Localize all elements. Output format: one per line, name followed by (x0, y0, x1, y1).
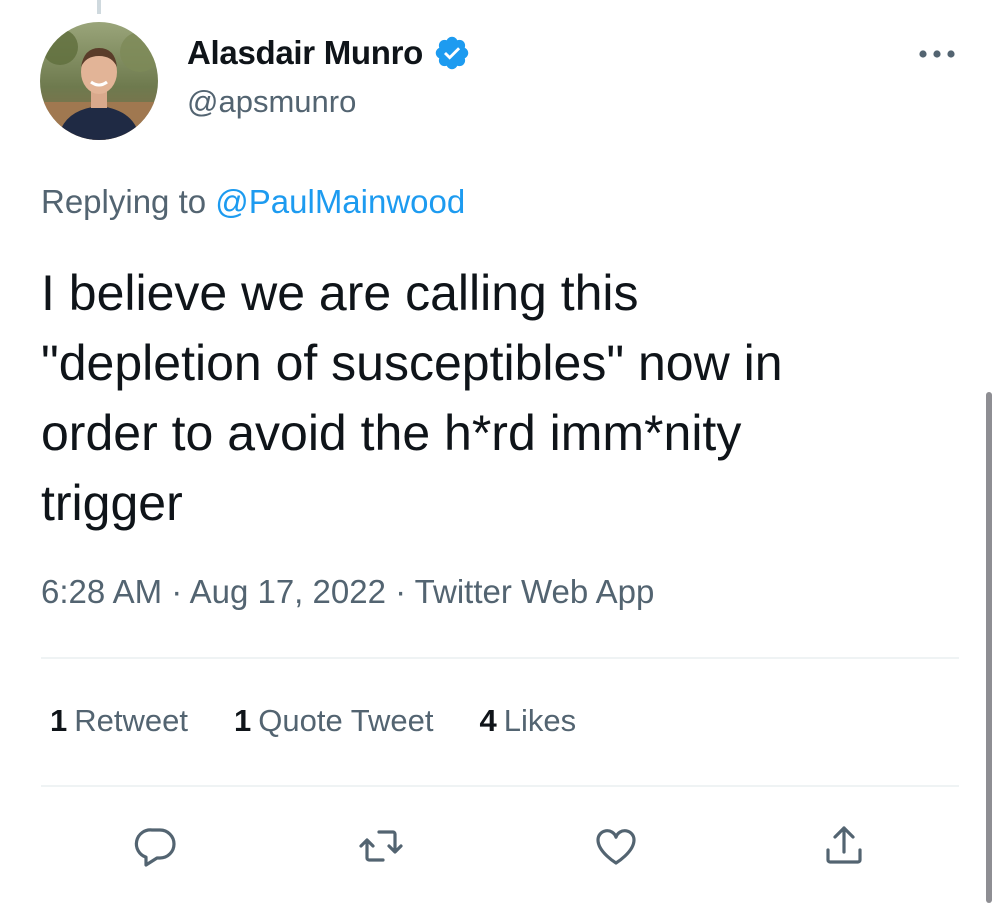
share-icon[interactable] (820, 822, 868, 870)
author-name-row: Alasdair Munro (187, 34, 471, 72)
likes-label: Likes (503, 703, 577, 738)
tweet-stats: 1 Retweet 1 Quote Tweet 4 Likes (50, 703, 622, 739)
retweet-label: Retweet (74, 703, 188, 738)
replying-to-label: Replying to (41, 183, 216, 220)
thread-connector-line (97, 0, 101, 14)
retweet-icon[interactable] (357, 822, 405, 870)
likes-count: 4 (479, 703, 497, 738)
quote-tweet-label: Quote Tweet (258, 703, 434, 738)
retweet-count-link[interactable]: 1 Retweet (50, 703, 188, 739)
avatar[interactable] (40, 22, 158, 140)
reply-icon[interactable] (132, 822, 180, 870)
author-display-name[interactable]: Alasdair Munro (187, 34, 423, 72)
like-icon[interactable] (592, 822, 640, 870)
replying-to-mention-link[interactable]: @PaulMainwood (215, 183, 465, 220)
tweet-timestamp-source[interactable]: 6:28 AM · Aug 17, 2022 · Twitter Web App (41, 573, 654, 611)
verified-badge-icon (433, 34, 471, 72)
scrollbar[interactable] (986, 392, 992, 903)
quote-tweet-count-link[interactable]: 1 Quote Tweet (234, 703, 433, 739)
divider (41, 785, 959, 787)
tweet-text: I believe we are calling this "depletion… (41, 265, 783, 531)
retweet-count: 1 (50, 703, 68, 738)
author-handle[interactable]: @apsmunro (187, 84, 356, 120)
quote-tweet-count: 1 (233, 703, 252, 738)
more-options-icon[interactable] (915, 40, 959, 68)
divider (41, 657, 959, 659)
replying-to-line: Replying to @PaulMainwood (41, 183, 465, 221)
likes-count-link[interactable]: 4 Likes (479, 703, 576, 739)
